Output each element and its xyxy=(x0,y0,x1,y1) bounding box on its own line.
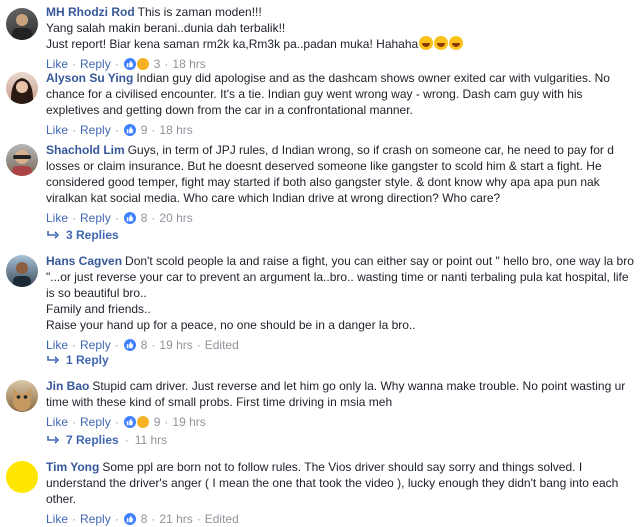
replies-count[interactable]: 1 Reply xyxy=(66,352,109,368)
separator: · xyxy=(151,512,156,526)
comment-time[interactable]: 19 hrs xyxy=(172,414,205,430)
commenter-name[interactable]: Hans Cagven xyxy=(46,254,122,268)
comment-actions: Like · Reply · 8 · 21 hrs · Edited xyxy=(46,511,634,527)
haha-reaction-icon[interactable] xyxy=(135,57,150,71)
view-replies-link[interactable]: 1 Reply xyxy=(46,352,109,368)
commenter-name[interactable]: Jin Bao xyxy=(46,379,89,393)
reply-button[interactable]: Reply xyxy=(80,210,111,226)
laughing-emoji-icon xyxy=(434,36,449,50)
comment-actions: Like · Reply · 8 · 20 hrs xyxy=(46,210,634,226)
separator: · xyxy=(114,338,119,352)
separator: · xyxy=(72,211,77,225)
comment-text: Jin Bao Stupid cam driver. Just reverse a… xyxy=(46,378,634,410)
laughing-emoji-icon xyxy=(449,36,464,50)
commenter-name[interactable]: MH Rhodzi Rod xyxy=(46,5,135,19)
comment-text: Tim Yong Some ppl are born not to follow … xyxy=(46,459,634,507)
wow-reaction-icon[interactable] xyxy=(135,415,150,429)
separator: · xyxy=(151,211,156,225)
reply-arrow-icon xyxy=(47,436,60,444)
reply-arrow-icon xyxy=(47,231,60,239)
comment-time[interactable]: 19 hrs xyxy=(159,337,192,353)
edited-label[interactable]: Edited xyxy=(205,337,239,353)
avatar[interactable] xyxy=(6,461,38,493)
avatar[interactable] xyxy=(6,144,38,176)
comment-body: Stupid cam driver. Just reverse and let … xyxy=(46,379,626,409)
separator: · xyxy=(151,123,156,137)
replies-time[interactable]: 11 hrs xyxy=(135,432,167,448)
like-reaction-icon[interactable] xyxy=(122,211,137,225)
like-button[interactable]: Like xyxy=(46,122,68,138)
like-button[interactable]: Like xyxy=(46,511,68,527)
comment-body: Guys, in term of JPJ rules, d Indian wro… xyxy=(46,143,614,205)
commenter-name[interactable]: Shachold Lim xyxy=(46,143,125,157)
reply-button[interactable]: Reply xyxy=(80,122,111,138)
reaction-count[interactable]: 8 xyxy=(141,511,148,527)
separator: · xyxy=(151,338,156,352)
reaction-count[interactable]: 9 xyxy=(154,414,161,430)
like-reaction-icon[interactable] xyxy=(122,512,137,526)
comment-tim-yong: Tim Yong Some ppl are born not to follow … xyxy=(0,459,640,526)
separator: · xyxy=(196,512,201,526)
like-button[interactable]: Like xyxy=(46,414,68,430)
comment-jin-bao: Jin Bao Stupid cam driver. Just reverse a… xyxy=(0,378,640,434)
avatar[interactable] xyxy=(6,8,38,40)
comment-text: MH Rhodzi Rod This is zaman moden!!! Yang… xyxy=(46,4,634,52)
laughing-emoji-icon xyxy=(419,36,434,50)
comment-text: Shachold Lim Guys, in term of JPJ rules, … xyxy=(46,142,634,206)
comment-hans-cagven: Hans Cagven Don't scold people la and rai… xyxy=(0,253,640,352)
commenter-name[interactable]: Alyson Su Ying xyxy=(46,71,133,85)
view-replies-link[interactable]: 7 Replies · 11 hrs xyxy=(46,432,167,448)
comment-actions: Like · Reply · 8 · 19 hrs · Edited xyxy=(46,337,634,353)
comment-alyson-su-ying: Alyson Su Ying Indian guy did apologise a… xyxy=(0,70,640,138)
like-reaction-icon[interactable] xyxy=(122,415,137,429)
view-replies-link[interactable]: 3 Replies xyxy=(46,227,119,243)
separator: · xyxy=(196,338,201,352)
like-button[interactable]: Like xyxy=(46,210,68,226)
avatar[interactable] xyxy=(6,255,38,287)
like-button[interactable]: Like xyxy=(46,337,68,353)
separator: · xyxy=(114,415,119,429)
commenter-name[interactable]: Tim Yong xyxy=(46,460,99,474)
separator: · xyxy=(114,512,119,526)
comment-text: Alyson Su Ying Indian guy did apologise a… xyxy=(46,70,634,118)
like-reaction-icon[interactable] xyxy=(122,123,137,137)
comment-body: Don't scold people la and raise a fight,… xyxy=(46,254,634,332)
reply-button[interactable]: Reply xyxy=(80,511,111,527)
comment-time[interactable]: 21 hrs xyxy=(159,511,192,527)
like-reaction-icon[interactable] xyxy=(122,57,137,71)
separator: · xyxy=(72,415,77,429)
comment-body: Some ppl are born not to follow rules. T… xyxy=(46,460,619,506)
replies-count[interactable]: 3 Replies xyxy=(66,227,119,243)
like-reaction-icon[interactable] xyxy=(122,338,137,352)
separator: · xyxy=(72,512,77,526)
comment-time[interactable]: 18 hrs xyxy=(159,122,192,138)
reaction-count[interactable]: 8 xyxy=(141,210,148,226)
separator: · xyxy=(114,211,119,225)
comment-shachold-lim: Shachold Lim Guys, in term of JPJ rules, … xyxy=(0,142,640,226)
reply-button[interactable]: Reply xyxy=(80,414,111,430)
separator: · xyxy=(124,433,129,447)
avatar[interactable] xyxy=(6,380,38,412)
separator: · xyxy=(72,123,77,137)
reaction-count[interactable]: 8 xyxy=(141,337,148,353)
comment-text: Hans Cagven Don't scold people la and rai… xyxy=(46,253,634,333)
reply-button[interactable]: Reply xyxy=(80,337,111,353)
replies-count[interactable]: 7 Replies xyxy=(66,432,119,448)
comment-time[interactable]: 20 hrs xyxy=(159,210,192,226)
reply-arrow-icon xyxy=(47,356,60,364)
avatar[interactable] xyxy=(6,72,38,104)
comment-actions: Like · Reply · 9 · 19 hrs xyxy=(46,414,634,430)
edited-label[interactable]: Edited xyxy=(205,511,239,527)
comment-mh-rhodzi-rod: MH Rhodzi Rod This is zaman moden!!! Yang… xyxy=(0,4,640,71)
separator: · xyxy=(72,338,77,352)
comment-actions: Like · Reply · 9 · 18 hrs xyxy=(46,122,634,138)
separator: · xyxy=(114,123,119,137)
reaction-count[interactable]: 9 xyxy=(141,122,148,138)
separator: · xyxy=(164,415,169,429)
